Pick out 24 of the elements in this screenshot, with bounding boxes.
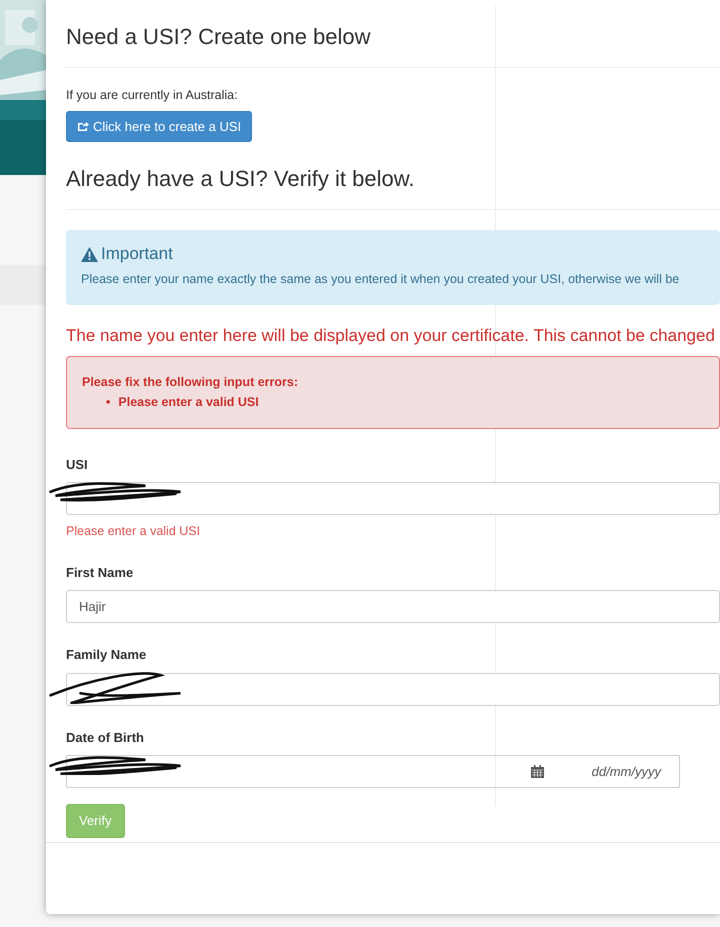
alert-title: Important	[101, 244, 173, 264]
error-item: Please enter a valid USI	[118, 394, 259, 412]
helper-text: If you are currently in Australia:	[66, 86, 239, 104]
alert-text: Please enter your name exactly the same as you entered it when you created your USI, otherwise we will be	[81, 271, 680, 288]
warning-icon	[81, 246, 98, 262]
section-heading: Already have a USI? Verify it below.	[66, 165, 416, 194]
field-label: Date of Birth	[66, 728, 145, 747]
field-label: USI	[66, 456, 89, 474]
input-field[interactable]	[66, 482, 720, 516]
bullet: •	[106, 394, 110, 412]
input-field[interactable]: Hajir	[66, 590, 720, 624]
field-label: Family Name	[66, 646, 148, 664]
section-heading: Need a USI? Create one below	[66, 23, 372, 51]
warning-text: The name you enter here will be displayed on your certificate. This cannot be changed	[66, 324, 716, 347]
external-link-icon	[77, 120, 89, 132]
field-label: First Name	[66, 564, 134, 582]
date-field[interactable]: dd/mm/yyyy	[66, 755, 680, 788]
input-field[interactable]	[66, 672, 720, 706]
create-usi-button[interactable]: Click here to create a USI	[66, 110, 252, 142]
background-band	[0, 265, 46, 305]
error-title: Please fix the following input errors:	[82, 374, 300, 392]
date-format-hint: dd/mm/yyyy	[592, 763, 661, 782]
calendar-icon[interactable]	[530, 765, 544, 778]
error-message: Please enter a valid USI	[66, 523, 202, 540]
